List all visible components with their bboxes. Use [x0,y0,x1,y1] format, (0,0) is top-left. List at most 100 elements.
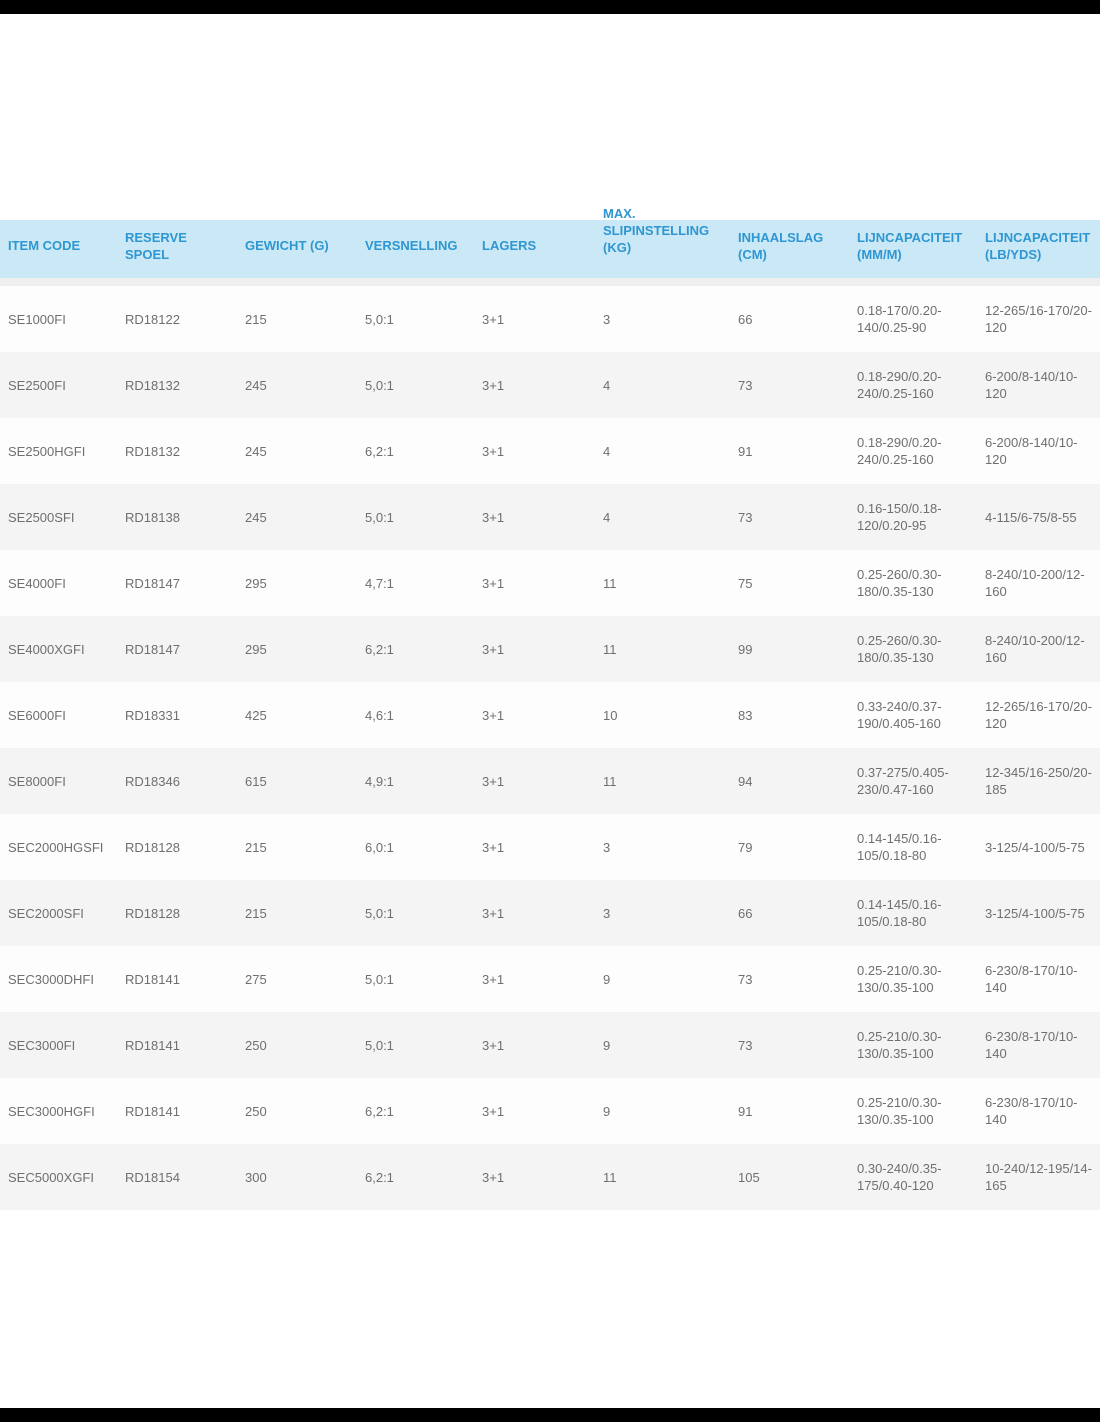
table-cell-value: 3+1 [482,1103,504,1120]
table-cell: 11 [595,1144,730,1210]
table-cell-value: 0.18-170/0.20-140/0.25-90 [857,302,971,336]
table-cell-value: SE8000FI [8,773,66,790]
table-cell-value: SE2500FI [8,377,66,394]
table-cell-value: SE2500HGFI [8,443,85,460]
table-cell-value: 3+1 [482,1037,504,1054]
column-header-lijncapaciteit-lb-yds: LIJNCAPACITEIT (LB/YDS) [977,220,1100,281]
table-cell: 6-200/8-140/10-120 [977,418,1100,484]
table-cell: 6-230/8-170/10-140 [977,1012,1100,1078]
table-cell-value: 3+1 [482,377,504,394]
table-cell: 215 [237,286,357,352]
table-cell: 6,2:1 [357,418,474,484]
table-row: SE6000FIRD183314254,6:13+110830.33-240/0… [0,682,1100,748]
column-header-max-slipinstelling-kg: MAX. SLIPINSTELLING (KG) [595,205,730,266]
table-cell: SE2500HGFI [0,418,117,484]
column-header-label: ITEM CODE [8,237,80,254]
table-cell-value: RD18141 [125,1103,180,1120]
table-cell: 0.18-290/0.20-240/0.25-160 [849,418,977,484]
table-cell: 3+1 [474,286,595,352]
table-cell-value: 6-230/8-170/10-140 [985,962,1094,996]
table-cell-value: SE6000FI [8,707,66,724]
column-header-reserve-spoel: RESERVE SPOEL [117,220,237,281]
table-cell: 91 [730,1078,849,1144]
table-cell-value: 6,2:1 [365,641,394,658]
table-cell-value: SE2500SFI [8,509,75,526]
table-cell-value: 0.25-210/0.30-130/0.35-100 [857,1028,971,1062]
table-cell-value: 73 [738,971,752,988]
table-cell-value: 9 [603,1103,610,1120]
table-cell-value: 91 [738,443,752,460]
table-cell-value: 66 [738,311,752,328]
table-cell-value: 3+1 [482,1169,504,1186]
table-row: SEC2000HGSFIRD181282156,0:13+13790.14-14… [0,814,1100,880]
table-cell: SEC3000HGFI [0,1078,117,1144]
table-cell: 4,6:1 [357,682,474,748]
table-cell-value: 73 [738,509,752,526]
bottom-black-bar [0,1408,1100,1422]
table-cell-value: 12-265/16-170/20-120 [985,302,1094,336]
table-row: SE8000FIRD183466154,9:13+111940.37-275/0… [0,748,1100,814]
table-cell-value: 8-240/10-200/12-160 [985,566,1094,600]
table-cell-value: 4,6:1 [365,707,394,724]
table-cell: RD18128 [117,814,237,880]
table-cell-value: RD18138 [125,509,180,526]
table-cell: 3 [595,880,730,946]
table-cell: SE4000FI [0,550,117,616]
table-cell-value: 4 [603,377,610,394]
table-cell: 8-240/10-200/12-160 [977,550,1100,616]
table-cell: 615 [237,748,357,814]
table-cell-value: 12-265/16-170/20-120 [985,698,1094,732]
table-cell-value: 5,0:1 [365,1037,394,1054]
table-cell-value: SE4000XGFI [8,641,85,658]
table-cell: 4,7:1 [357,550,474,616]
table-cell: RD18141 [117,946,237,1012]
table-cell: 4-115/6-75/8-55 [977,484,1100,550]
table-cell-value: 83 [738,707,752,724]
table-cell-value: SEC3000FI [8,1037,75,1054]
table-cell-value: 250 [245,1103,267,1120]
table-cell: 6,0:1 [357,814,474,880]
table-cell: 0.25-210/0.30-130/0.35-100 [849,1012,977,1078]
table-cell-value: 275 [245,971,267,988]
table-cell-value: 0.14-145/0.16-105/0.18-80 [857,896,971,930]
table-cell-value: 6,2:1 [365,443,394,460]
table-cell-value: SE1000FI [8,311,66,328]
column-header-label: LIJNCAPACITEIT (LB/YDS) [985,229,1094,263]
table-cell: 3-125/4-100/5-75 [977,880,1100,946]
table-cell: 4 [595,484,730,550]
table-cell: 0.18-170/0.20-140/0.25-90 [849,286,977,352]
table-cell-value: RD18141 [125,971,180,988]
table-cell-value: 0.18-290/0.20-240/0.25-160 [857,368,971,402]
table-cell-value: 3-125/4-100/5-75 [985,839,1085,856]
table-cell-value: SEC2000HGSFI [8,839,103,856]
table-cell: 4 [595,352,730,418]
table-cell-value: 11 [603,1169,617,1186]
table-cell-value: 5,0:1 [365,377,394,394]
table-cell-value: 3+1 [482,641,504,658]
table-cell-value: 3-125/4-100/5-75 [985,905,1085,922]
table-cell-value: 5,0:1 [365,905,394,922]
table-cell: 10 [595,682,730,748]
specifications-table: ITEM CODERESERVE SPOELGEWICHT (G)VERSNEL… [0,220,1100,1210]
column-header-label: INHAALSLAG (CM) [738,229,830,263]
table-cell-value: 0.25-260/0.30-180/0.35-130 [857,632,971,666]
table-cell: 0.14-145/0.16-105/0.18-80 [849,814,977,880]
table-cell-value: RD18128 [125,839,180,856]
table-cell-value: 8-240/10-200/12-160 [985,632,1094,666]
column-header-inhaalslag-cm: INHAALSLAG (CM) [730,220,849,281]
table-cell: 250 [237,1078,357,1144]
table-cell: 245 [237,352,357,418]
table-cell: 5,0:1 [357,352,474,418]
table-cell: 11 [595,550,730,616]
table-cell-value: 0.33-240/0.37-190/0.405-160 [857,698,971,732]
column-header-label: LAGERS [482,237,536,254]
table-cell-value: 10 [603,707,617,724]
table-cell: SE2500SFI [0,484,117,550]
table-cell: 245 [237,484,357,550]
table-cell-value: 3+1 [482,905,504,922]
table-cell-value: RD18141 [125,1037,180,1054]
table-cell: 99 [730,616,849,682]
table-cell: SEC3000FI [0,1012,117,1078]
table-cell: 3+1 [474,484,595,550]
table-cell: 215 [237,880,357,946]
